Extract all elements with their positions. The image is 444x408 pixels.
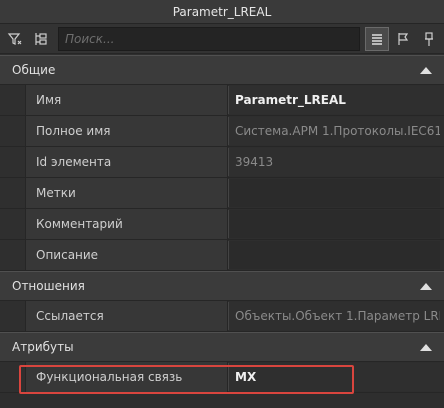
- pin-button[interactable]: [417, 27, 441, 51]
- property-name: Полное имя: [26, 116, 228, 146]
- property-name: Ссылается: [26, 301, 228, 331]
- property-grid: Общие Имя Parametr_LREAL Полное имя Сист…: [0, 55, 444, 393]
- expand-tree-button[interactable]: [29, 27, 53, 51]
- panel-title: Parametr_LREAL: [0, 0, 444, 24]
- property-row[interactable]: Полное имя Система.АРМ 1.Протоколы.IEC61…: [0, 116, 444, 147]
- toolbar: [0, 24, 444, 54]
- property-name: Имя: [26, 85, 228, 115]
- section-attributes[interactable]: Атрибуты: [0, 332, 444, 362]
- filter-icon: [7, 32, 22, 45]
- search-input[interactable]: [58, 26, 360, 51]
- property-value: Объекты.Объект 1.Параметр LREAL: [228, 302, 440, 330]
- property-value[interactable]: MX: [228, 363, 440, 391]
- section-title: Общие: [12, 63, 56, 77]
- collapse-arrow-icon[interactable]: [420, 282, 432, 290]
- expand-tree-icon: [35, 32, 47, 45]
- property-name: Функциональная связь: [26, 362, 228, 392]
- section-title: Отношения: [12, 279, 85, 293]
- collapse-arrow-icon[interactable]: [420, 343, 432, 351]
- property-value[interactable]: [228, 179, 440, 207]
- property-value: 39413: [228, 148, 440, 176]
- property-row[interactable]: Id элемента 39413: [0, 147, 444, 178]
- section-general[interactable]: Общие: [0, 55, 444, 85]
- filter-button[interactable]: [3, 27, 27, 51]
- property-name: Метки: [26, 178, 228, 208]
- flag-icon: [398, 32, 409, 45]
- property-row[interactable]: Комментарий: [0, 209, 444, 240]
- property-row[interactable]: Функциональная связь MX: [0, 362, 444, 393]
- property-value: Система.АРМ 1.Протоколы.IEC61850: [228, 117, 440, 145]
- property-panel: Parametr_LREAL Поиск... Общие Имя Parame…: [0, 0, 444, 408]
- property-name: Комментарий: [26, 209, 228, 239]
- property-name: Id элемента: [26, 147, 228, 177]
- section-relations[interactable]: Отношения: [0, 271, 444, 301]
- section-title: Атрибуты: [12, 340, 74, 354]
- flag-button[interactable]: [391, 27, 415, 51]
- property-row[interactable]: Описание: [0, 240, 444, 271]
- property-value[interactable]: Parametr_LREAL: [228, 86, 440, 114]
- property-value[interactable]: [228, 241, 440, 269]
- list-view-button[interactable]: [365, 26, 389, 51]
- collapse-arrow-icon[interactable]: [420, 66, 432, 74]
- property-name: Описание: [26, 240, 228, 270]
- pin-icon: [425, 31, 433, 46]
- property-row[interactable]: Метки: [0, 178, 444, 209]
- property-value[interactable]: [228, 210, 440, 238]
- property-row[interactable]: Имя Parametr_LREAL: [0, 85, 444, 116]
- property-row[interactable]: Ссылается Объекты.Объект 1.Параметр LREA…: [0, 301, 444, 332]
- list-icon: [372, 33, 382, 45]
